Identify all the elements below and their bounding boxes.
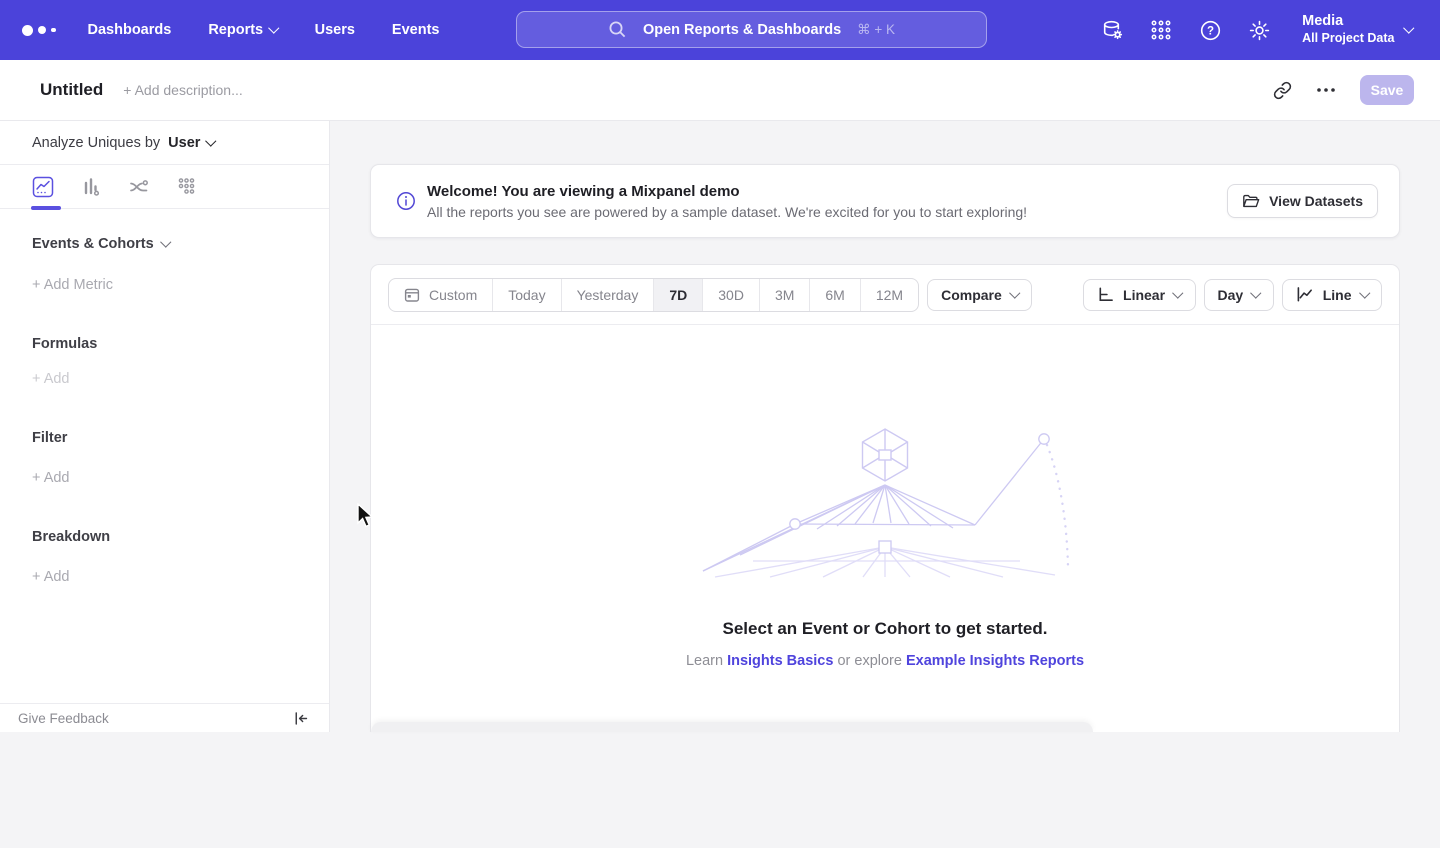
add-description-field[interactable]: + Add description...	[123, 82, 242, 98]
top-nav: Dashboards Reports Users Events Open Rep…	[0, 0, 1440, 60]
chevron-down-icon	[206, 135, 217, 146]
range-custom[interactable]: Custom	[389, 279, 493, 311]
give-feedback-link[interactable]: Give Feedback	[18, 711, 109, 726]
range-3m[interactable]: 3M	[760, 279, 810, 311]
view-datasets-button[interactable]: View Datasets	[1227, 184, 1378, 218]
copy-link-icon[interactable]	[1273, 81, 1292, 100]
nav-reports[interactable]: Reports	[208, 22, 277, 38]
explore-middle: or explore	[837, 653, 901, 669]
compare-dropdown[interactable]: Compare	[927, 279, 1032, 311]
info-icon	[396, 191, 416, 211]
apps-grid-icon[interactable]	[1149, 18, 1173, 42]
chevron-down-icon	[269, 23, 280, 34]
more-options-icon[interactable]	[1316, 87, 1336, 93]
calendar-icon	[404, 287, 420, 303]
range-today[interactable]: Today	[493, 279, 561, 311]
add-formula-button[interactable]: + Add	[32, 371, 70, 387]
section-events-cohorts[interactable]: Events & Cohorts	[32, 236, 329, 252]
empty-state-title: Select an Event or Cohort to get started…	[371, 619, 1399, 639]
add-filter-button[interactable]: + Add	[32, 470, 70, 486]
nav-users[interactable]: Users	[315, 22, 355, 38]
active-tab-underline	[31, 206, 61, 210]
range-30d[interactable]: 30D	[703, 279, 760, 311]
section-breakdown: Breakdown	[32, 529, 329, 545]
insights-basics-link[interactable]: Insights Basics	[727, 653, 833, 669]
save-button[interactable]: Save	[1360, 75, 1414, 105]
section-filter: Filter	[32, 430, 329, 446]
empty-state: Select an Event or Cohort to get started…	[371, 325, 1399, 732]
nav-events[interactable]: Events	[392, 22, 440, 38]
section-formulas: Formulas	[32, 336, 329, 352]
scale-dropdown[interactable]: Linear	[1083, 279, 1196, 311]
line-chart-icon	[1296, 286, 1314, 303]
learn-prefix: Learn	[686, 653, 723, 669]
folder-icon	[1242, 193, 1260, 209]
main-content: Welcome! You are viewing a Mixpanel demo…	[331, 121, 1440, 732]
report-card: Custom Today Yesterday 7D 30D 3M 6M 12M …	[370, 264, 1400, 732]
analyze-label: Analyze Uniques by	[32, 135, 160, 151]
range-7d[interactable]: 7D	[654, 279, 703, 311]
project-name: Media	[1302, 13, 1394, 30]
range-6m[interactable]: 6M	[810, 279, 860, 311]
add-breakdown-button[interactable]: + Add	[32, 569, 70, 585]
data-management-icon[interactable]	[1100, 18, 1124, 42]
empty-state-illustration	[695, 425, 1075, 580]
chevron-down-icon	[1403, 23, 1414, 34]
banner-subtitle: All the reports you see are powered by a…	[427, 204, 1027, 220]
tab-flow[interactable]	[128, 176, 150, 198]
settings-gear-icon[interactable]	[1247, 18, 1271, 42]
report-title[interactable]: Untitled	[40, 80, 103, 100]
nav-dashboards[interactable]: Dashboards	[88, 22, 172, 38]
svg-text:?: ?	[1207, 25, 1214, 37]
example-insights-reports-link[interactable]: Example Insights Reports	[906, 653, 1084, 669]
bottom-panel-peek	[371, 722, 1093, 732]
range-yesterday[interactable]: Yesterday	[562, 279, 655, 311]
report-header: Untitled + Add description... Save	[0, 60, 1440, 121]
mixpanel-logo-icon[interactable]	[22, 25, 56, 36]
project-switcher[interactable]: Media All Project Data	[1302, 13, 1412, 46]
search-input[interactable]: Open Reports & Dashboards ⌘ + K	[516, 11, 987, 48]
chevron-down-icon	[160, 237, 171, 248]
demo-banner: Welcome! You are viewing a Mixpanel demo…	[370, 164, 1400, 238]
search-icon	[608, 20, 627, 39]
chevron-down-icon	[1172, 288, 1183, 299]
chevron-down-icon	[1009, 288, 1020, 299]
linear-scale-icon	[1097, 286, 1114, 303]
project-env: All Project Data	[1302, 31, 1394, 47]
tab-line-chart[interactable]	[32, 176, 54, 198]
range-12m[interactable]: 12M	[861, 279, 918, 311]
chevron-down-icon	[1359, 288, 1370, 299]
tab-bar-chart[interactable]	[80, 176, 102, 198]
banner-title: Welcome! You are viewing a Mixpanel demo	[427, 183, 1027, 200]
tab-metrics-grid[interactable]	[176, 176, 198, 198]
query-sidebar: Analyze Uniques by User	[0, 121, 330, 732]
date-range-selector: Custom Today Yesterday 7D 30D 3M 6M 12M	[388, 278, 919, 312]
chevron-down-icon	[1251, 288, 1262, 299]
help-icon[interactable]: ?	[1198, 18, 1222, 42]
chart-type-dropdown[interactable]: Line	[1282, 279, 1382, 311]
search-placeholder: Open Reports & Dashboards	[643, 22, 841, 38]
interval-dropdown[interactable]: Day	[1204, 279, 1274, 311]
add-metric-button[interactable]: + Add Metric	[32, 277, 113, 293]
collapse-sidebar-icon[interactable]	[292, 710, 309, 727]
analyze-by-dropdown[interactable]: User	[168, 135, 215, 151]
search-shortcut: ⌘ + K	[857, 22, 895, 38]
